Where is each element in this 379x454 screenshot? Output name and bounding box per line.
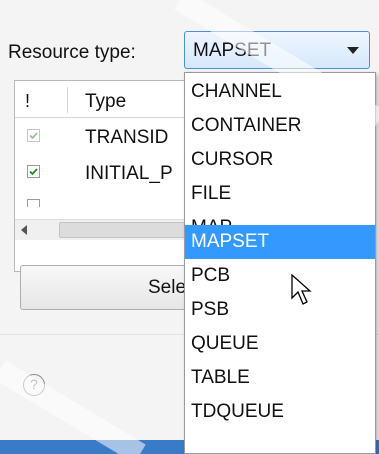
row-checkbox[interactable] bbox=[27, 199, 40, 207]
help-icon[interactable]: ? bbox=[23, 374, 45, 396]
row-type-cell: TRANSID bbox=[85, 127, 169, 148]
dropdown-option[interactable]: TDQUEUE bbox=[185, 395, 375, 429]
column-separator bbox=[67, 87, 68, 113]
dropdown-option[interactable]: CONTAINER bbox=[185, 109, 375, 143]
resource-type-combo[interactable]: MAPSET bbox=[184, 31, 370, 69]
column-type-header[interactable]: Type bbox=[85, 91, 126, 113]
scroll-left-icon[interactable] bbox=[21, 225, 27, 235]
row-type-cell: INITIAL_P bbox=[85, 163, 173, 184]
resource-type-dropdown: CHANNEL CONTAINER CURSOR FILE MAP MAPSET… bbox=[184, 72, 376, 454]
mouse-pointer-icon bbox=[291, 274, 312, 305]
row-checkbox[interactable] bbox=[27, 129, 40, 142]
chevron-down-icon[interactable] bbox=[347, 47, 359, 54]
dropdown-option[interactable]: TABLE bbox=[185, 361, 375, 395]
resource-type-label: Resource type: bbox=[8, 42, 136, 63]
dropdown-option[interactable]: PSB bbox=[185, 293, 375, 327]
dropdown-option[interactable]: CHANNEL bbox=[185, 75, 375, 109]
row-checkbox[interactable] bbox=[27, 165, 40, 178]
dropdown-option[interactable]: QUEUE bbox=[185, 327, 375, 361]
dropdown-option[interactable]: FILE bbox=[185, 177, 375, 211]
check-icon bbox=[29, 168, 38, 176]
resource-type-value: MAPSET bbox=[193, 40, 272, 61]
dropdown-option-selected[interactable]: MAPSET bbox=[185, 225, 375, 259]
dropdown-option[interactable]: PCB bbox=[185, 259, 375, 293]
check-icon bbox=[29, 132, 38, 140]
dialog-panel: Resource type: MAPSET ! Type TRANSID INI… bbox=[0, 0, 379, 454]
select-button-label: Sele bbox=[148, 277, 187, 298]
dropdown-option[interactable]: CURSOR bbox=[185, 143, 375, 177]
column-flag-header[interactable]: ! bbox=[25, 91, 30, 112]
